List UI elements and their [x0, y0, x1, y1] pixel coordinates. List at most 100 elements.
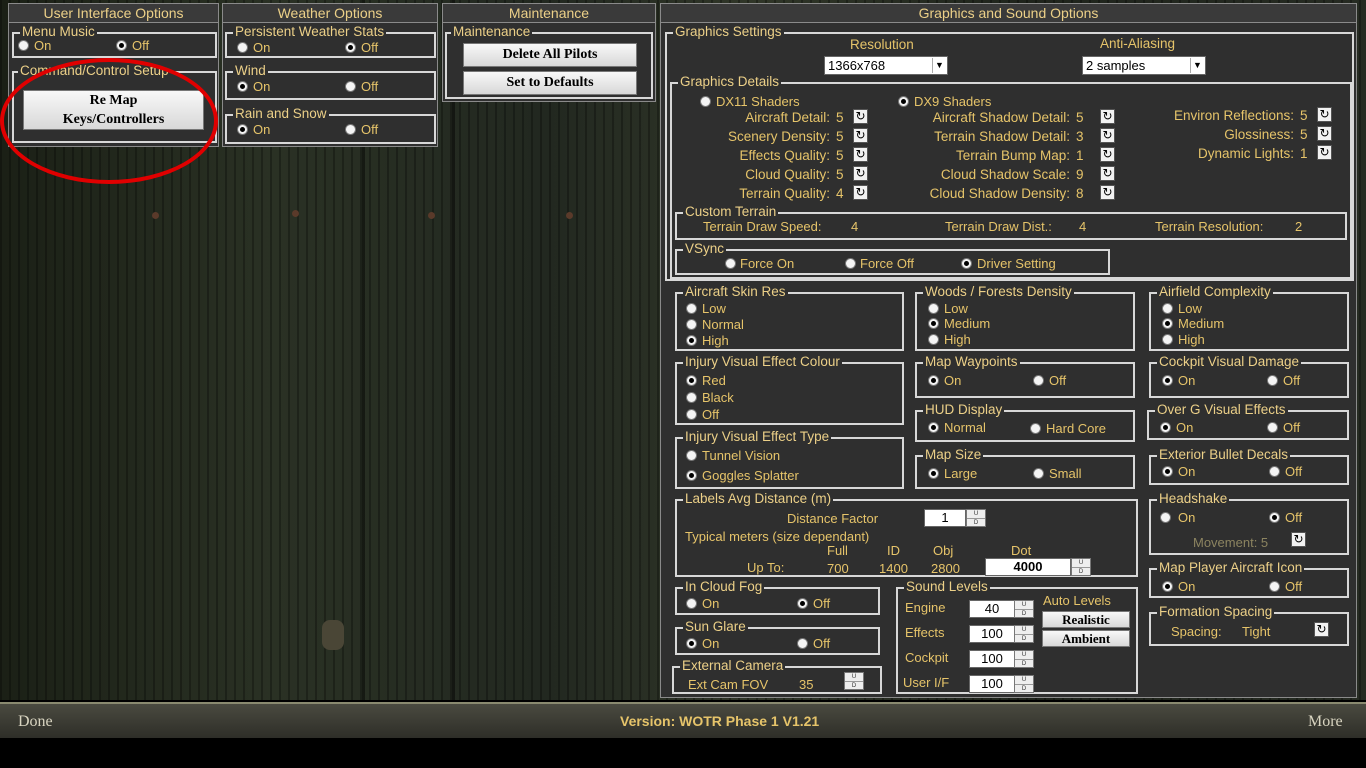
terrain-resolution-label: Terrain Resolution: — [1155, 219, 1264, 234]
fog-off-radio[interactable] — [797, 598, 808, 609]
stepper-up[interactable]: U — [1015, 676, 1033, 684]
dx11-radio[interactable] — [700, 96, 711, 107]
cockpit-stepper[interactable]: UD — [1014, 650, 1034, 668]
detail-cycle-icon[interactable]: ↻ — [1100, 128, 1115, 143]
hud-hardcore-radio[interactable] — [1030, 423, 1041, 434]
stepper-up[interactable]: U — [1015, 601, 1033, 609]
detail-cycle-icon[interactable]: ↻ — [853, 185, 868, 200]
stepper-down[interactable]: D — [1015, 659, 1033, 667]
stepper-down[interactable]: D — [1072, 567, 1090, 575]
rain-off-radio[interactable] — [345, 124, 356, 135]
injury-off-radio[interactable] — [686, 409, 697, 420]
bullet-decals-off-radio[interactable] — [1269, 466, 1280, 477]
injury-black-radio[interactable] — [686, 392, 697, 403]
waypoints-off-radio[interactable] — [1033, 375, 1044, 386]
effects-stepper[interactable]: UD — [1014, 625, 1034, 643]
injury-red-radio[interactable] — [686, 375, 697, 386]
map-player-icon-on-radio[interactable] — [1162, 581, 1173, 592]
stepper-down[interactable]: D — [845, 681, 863, 689]
stepper-up[interactable]: U — [1015, 626, 1033, 634]
spacing-cycle-icon[interactable]: ↻ — [1314, 622, 1329, 637]
headshake-on-radio[interactable] — [1160, 512, 1171, 523]
map-player-icon-off-radio[interactable] — [1269, 581, 1280, 592]
detail-cycle-icon[interactable]: ↻ — [853, 166, 868, 181]
stepper-down[interactable]: D — [1015, 684, 1033, 692]
stepper-up[interactable]: U — [845, 673, 863, 681]
sun-glare-off-radio[interactable] — [797, 638, 808, 649]
detail-cycle-icon[interactable]: ↻ — [853, 128, 868, 143]
done-button[interactable]: Done — [18, 714, 53, 730]
anti-aliasing-select[interactable]: 2 samples ▼ — [1082, 56, 1206, 75]
waypoints-on-radio[interactable] — [928, 375, 939, 386]
vsync-driver-radio[interactable] — [961, 258, 972, 269]
set-defaults-button[interactable]: Set to Defaults — [463, 71, 637, 95]
engine-stepper[interactable]: UD — [1014, 600, 1034, 618]
airfield-low-radio[interactable] — [1162, 303, 1173, 314]
skin-high-radio[interactable] — [686, 335, 697, 346]
bullet-decals-title: Exterior Bullet Decals — [1157, 447, 1291, 463]
detail-cycle-icon[interactable]: ↻ — [1100, 109, 1115, 124]
user-if-stepper[interactable]: UD — [1014, 675, 1034, 693]
menu-music-on-radio[interactable] — [18, 40, 29, 51]
dx9-radio[interactable] — [898, 96, 909, 107]
stepper-up[interactable]: U — [1072, 559, 1090, 567]
stepper-down[interactable]: D — [1015, 634, 1033, 642]
engine-level-input[interactable]: 40 — [969, 600, 1015, 618]
resolution-select[interactable]: 1366x768 ▼ — [824, 56, 948, 75]
stepper-down[interactable]: D — [1015, 609, 1033, 617]
detail-cycle-icon[interactable]: ↻ — [853, 109, 868, 124]
map-large-radio[interactable] — [928, 468, 939, 479]
woods-low-radio[interactable] — [928, 303, 939, 314]
rain-on-radio[interactable] — [237, 124, 248, 135]
over-g-on-radio[interactable] — [1160, 422, 1171, 433]
detail-cycle-icon[interactable]: ↻ — [1317, 145, 1332, 160]
stepper-up[interactable]: U — [967, 510, 985, 518]
skin-low-radio[interactable] — [686, 303, 697, 314]
fog-on-radio[interactable] — [686, 598, 697, 609]
headshake-off-radio[interactable] — [1269, 512, 1280, 523]
stepper-up[interactable]: U — [1015, 651, 1033, 659]
cockpit-damage-off-radio[interactable] — [1267, 375, 1278, 386]
menu-music-off-radio[interactable] — [116, 40, 127, 51]
goggles-splatter-radio[interactable] — [686, 470, 697, 481]
distance-factor-stepper[interactable]: UD — [966, 509, 986, 527]
tunnel-vision-radio[interactable] — [686, 450, 697, 461]
sun-glare-on-radio[interactable] — [686, 638, 697, 649]
detail-cycle-icon[interactable]: ↻ — [1100, 185, 1115, 200]
vsync-force-off-radio[interactable] — [845, 258, 856, 269]
detail-cycle-icon[interactable]: ↻ — [853, 147, 868, 162]
detail-cycle-icon[interactable]: ↻ — [1100, 147, 1115, 162]
stepper-down[interactable]: D — [967, 518, 985, 526]
wind-on-radio[interactable] — [237, 81, 248, 92]
wind-off-radio[interactable] — [345, 81, 356, 92]
delete-all-pilots-button[interactable]: Delete All Pilots — [463, 43, 637, 67]
dot-distance-stepper[interactable]: UD — [1071, 558, 1091, 576]
woods-high-radio[interactable] — [928, 334, 939, 345]
user-if-level-input[interactable]: 100 — [969, 675, 1015, 693]
distance-factor-input[interactable]: 1 — [924, 509, 966, 527]
movement-cycle-icon[interactable]: ↻ — [1291, 532, 1306, 547]
airfield-high-radio[interactable] — [1162, 334, 1173, 345]
dot-distance-input[interactable]: 4000 — [985, 558, 1071, 576]
ambient-button[interactable]: Ambient — [1042, 630, 1130, 647]
vsync-force-on-radio[interactable] — [725, 258, 736, 269]
more-button[interactable]: More — [1308, 714, 1343, 730]
detail-cycle-icon[interactable]: ↻ — [1317, 107, 1332, 122]
airfield-medium-radio[interactable] — [1162, 318, 1173, 329]
map-small-radio[interactable] — [1033, 468, 1044, 479]
formation-spacing-title: Formation Spacing — [1157, 604, 1275, 620]
pws-off-radio[interactable] — [345, 42, 356, 53]
over-g-off-radio[interactable] — [1267, 422, 1278, 433]
woods-medium-radio[interactable] — [928, 318, 939, 329]
detail-cycle-icon[interactable]: ↻ — [1100, 166, 1115, 181]
effects-level-input[interactable]: 100 — [969, 625, 1015, 643]
skin-normal-radio[interactable] — [686, 319, 697, 330]
cockpit-level-input[interactable]: 100 — [969, 650, 1015, 668]
bullet-decals-on-radio[interactable] — [1162, 466, 1173, 477]
realistic-button[interactable]: Realistic — [1042, 611, 1130, 628]
hud-normal-radio[interactable] — [928, 422, 939, 433]
pws-on-radio[interactable] — [237, 42, 248, 53]
cockpit-damage-on-radio[interactable] — [1162, 375, 1173, 386]
detail-cycle-icon[interactable]: ↻ — [1317, 126, 1332, 141]
ext-cam-fov-stepper[interactable]: UD — [844, 672, 864, 690]
